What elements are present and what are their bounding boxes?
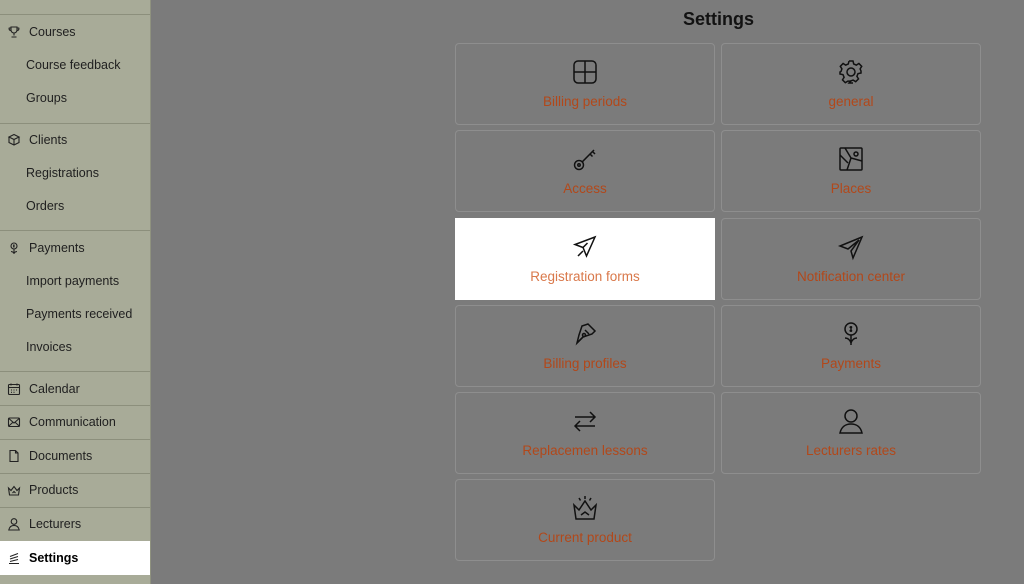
money-plant-icon (837, 320, 865, 348)
sidebar-item-lecturers[interactable]: Lecturers (0, 507, 150, 540)
trophy-icon (7, 25, 21, 39)
page-title: Settings (682, 9, 754, 29)
card-replacement-lessons[interactable]: Replacemen lessons (455, 392, 715, 474)
card-label: Replacemen lessons (522, 443, 648, 458)
sidebar-item-label: Import payments (26, 273, 120, 288)
gear-icon (837, 58, 865, 86)
cursor-arrow-icon (571, 233, 599, 261)
crown-icon (7, 483, 21, 497)
sidebar-item-calendar[interactable]: Calendar (0, 372, 150, 405)
card-label: Notification center (796, 269, 906, 284)
sidebar-item-label: Settings (29, 551, 79, 565)
card-label: Access (563, 181, 607, 196)
sidebar-item-orders[interactable]: Orders (0, 189, 176, 222)
sidebar-item-clients[interactable]: Clients (0, 123, 150, 156)
sidebar-item-course-feedback[interactable]: Course feedback (0, 48, 176, 81)
card-lecturers-rates[interactable]: Lecturers rates (721, 392, 981, 474)
sidebar-item-courses[interactable]: Courses (0, 15, 150, 48)
sidebar-item-label: Invoices (26, 339, 72, 354)
card-label: Billing profiles (543, 356, 627, 371)
sidebar-item-settings[interactable]: Settings (0, 541, 150, 575)
grid-icon (571, 58, 599, 86)
envelope-icon (7, 415, 21, 429)
sidebar-item-label: Communication (29, 414, 116, 429)
sidebar-item-label: Orders (26, 198, 65, 213)
card-places[interactable]: Places (721, 130, 981, 212)
paper-plane-icon (837, 233, 865, 261)
sidebar-item-groups[interactable]: Groups (0, 81, 176, 114)
sidebar-item-payments-received[interactable]: Payments received (0, 297, 176, 330)
sidebar-item-documents[interactable]: Documents (0, 439, 150, 472)
sidebar-item-label: Course feedback (26, 57, 121, 72)
card-label: Places (830, 181, 872, 196)
sidebar-item-label: Payments received (26, 306, 133, 321)
sidebar-item-label: Groups (26, 90, 67, 105)
card-payments[interactable]: Payments (721, 305, 981, 387)
card-label: Payments (820, 356, 882, 371)
sidebar-item-label: Registrations (26, 165, 99, 180)
sidebar-item-label: Products (29, 482, 79, 497)
card-label: Registration forms (530, 269, 640, 284)
pen-nib-icon (571, 320, 599, 348)
card-label: Billing periods (542, 94, 628, 109)
card-access[interactable]: Access (455, 130, 715, 212)
card-notification-center[interactable]: Notification center (721, 218, 981, 300)
sidebar-item-label: Clients (29, 132, 68, 147)
card-billing-profiles[interactable]: Billing profiles (455, 305, 715, 387)
settings-icon (7, 551, 21, 565)
card-registration-forms[interactable]: Registration forms (455, 218, 715, 300)
sidebar-item-label: Calendar (29, 381, 80, 396)
document-icon (7, 449, 21, 463)
sidebar-item-label: Lecturers (29, 516, 82, 531)
sidebar-item-communication[interactable]: Communication (0, 405, 150, 438)
sidebar-item-payments[interactable]: Payments (0, 231, 150, 264)
money-icon (7, 241, 21, 255)
swap-arrows-icon (571, 407, 599, 435)
sidebar-item-label: Documents (29, 448, 93, 463)
sidebar-item-import-payments[interactable]: Import payments (0, 264, 176, 297)
card-current-product[interactable]: Current product (455, 479, 715, 561)
card-label: Lecturers rates (805, 443, 897, 458)
crown-icon (571, 494, 599, 522)
person-icon (837, 407, 865, 435)
card-label: Current product (538, 530, 632, 545)
sidebar-item-registrations[interactable]: Registrations (0, 156, 176, 189)
sidebar-item-products[interactable]: Products (0, 473, 150, 506)
card-label: general (828, 94, 874, 109)
card-billing-periods[interactable]: Billing periods (455, 43, 715, 125)
map-icon (837, 145, 865, 173)
calendar-icon (7, 382, 21, 396)
sidebar: Courses Course feedback Groups Clients R… (0, 0, 151, 584)
sidebar-item-invoices[interactable]: Invoices (0, 330, 176, 363)
card-general[interactable]: general (721, 43, 981, 125)
key-icon (571, 145, 599, 173)
box-icon (7, 133, 21, 147)
user-icon (7, 517, 21, 531)
sidebar-item-label: Payments (29, 240, 85, 255)
sidebar-item-label: Courses (29, 24, 76, 39)
